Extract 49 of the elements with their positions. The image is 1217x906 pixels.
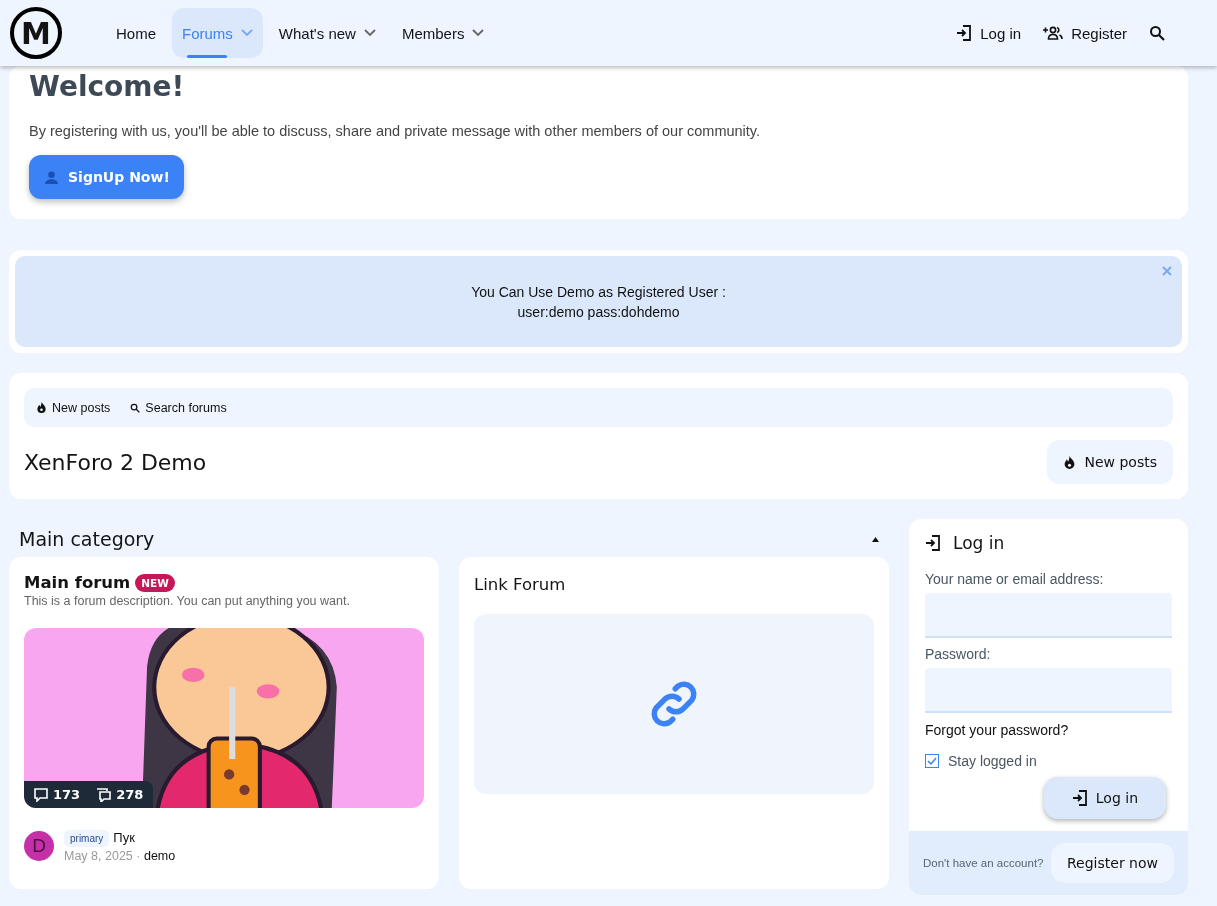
site-logo[interactable]: M [10,7,62,59]
forum-description: This is a forum description. You can put anything you want. [24,594,351,608]
thread-title[interactable]: Пук [113,830,135,845]
new-badge: NEW [135,573,175,592]
category-title: Main category [19,528,155,550]
thread-count: 173 [34,787,81,802]
forum-title[interactable]: Link Forum [474,575,874,594]
page-title: XenForo 2 Demo [24,449,207,475]
welcome-title: Welcome! [29,70,186,103]
field-label: Your name or email address: [925,571,1105,587]
register-link[interactable]: Register [1043,24,1127,42]
flame-icon [1063,455,1077,469]
login-icon [956,25,973,41]
nav-tab[interactable]: Home [106,8,166,58]
checkbox-label: Stay logged in [948,753,1037,769]
add-users-icon [1043,26,1064,40]
caret-up-icon[interactable] [872,536,879,542]
name-field[interactable] [925,593,1172,638]
nav-tab[interactable]: Members [391,8,495,58]
notice-text: user:demo pass:dohdemo [517,303,680,320]
quick-link[interactable]: New posts [36,400,111,415]
search-icon [1149,25,1165,41]
password-field[interactable] [925,668,1172,713]
prefix-label: primary [64,830,110,847]
footer-text: Don't have an account? [923,857,1044,869]
comment-icon [34,787,48,802]
comments-icon [96,787,112,802]
close-icon[interactable] [1162,266,1172,276]
forgot-password-link[interactable]: Forgot your password? [925,722,1069,738]
login-icon [925,535,941,551]
checkbox[interactable] [925,754,939,768]
welcome-text: By registering with us, you'll be able to discuss, share and private message with other members of our community. [29,123,762,139]
forum-title[interactable]: Main forum [24,573,131,592]
signup-button[interactable]: SignUp Now! [29,155,184,199]
nav-tab[interactable]: What's new [268,8,386,58]
login-button[interactable]: Log in [1043,777,1166,819]
message-count: 278 [96,787,144,802]
register-now-button[interactable]: Register now [1051,843,1174,883]
panel-title: Log in [953,533,1005,553]
flame-icon [36,402,47,413]
field-label: Password: [925,646,992,662]
new-posts-button[interactable]: New posts [1047,440,1173,484]
login-link[interactable]: Log in [956,24,1022,42]
quick-link[interactable]: Search forums [130,400,227,415]
user-icon [45,170,58,184]
post-meta: May 8, 2025 · demo [64,849,176,863]
login-icon [1071,790,1088,806]
notice-text: You Can Use Demo as Registered User : [471,283,726,300]
search-icon [130,402,141,413]
